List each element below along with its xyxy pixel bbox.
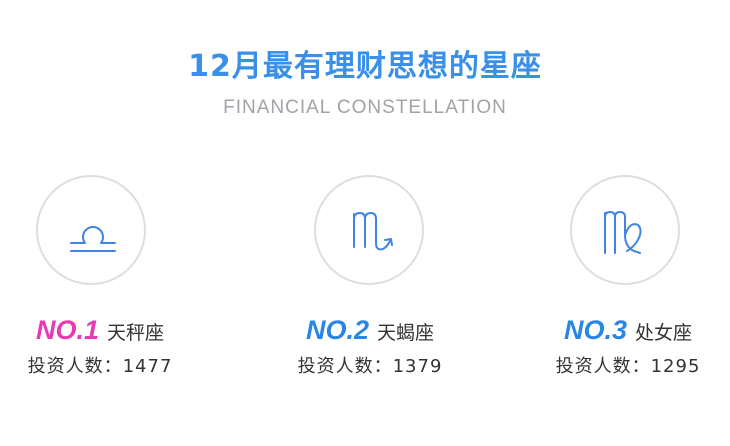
rank-label: NO.3	[563, 315, 627, 345]
rank-line-2: NO.2 天蝎座	[270, 314, 470, 350]
libra-icon-circle	[36, 175, 146, 285]
virgo-icon	[604, 211, 642, 254]
sign-name: 处女座	[635, 322, 693, 344]
rank-line-1: NO.1 天秤座	[0, 314, 200, 350]
investor-count-value: 1379	[392, 356, 443, 377]
investor-count-value: 1477	[122, 356, 173, 377]
rank-label: NO.1	[35, 315, 99, 345]
sign-name: 天秤座	[107, 322, 165, 344]
page-title: 12月最有理财思想的星座	[188, 49, 542, 84]
investor-count-value: 1295	[650, 356, 701, 377]
page-subtitle: FINANCIAL CONSTELLATION	[223, 97, 507, 118]
scorpio-icon	[353, 212, 393, 251]
libra-icon	[70, 226, 116, 252]
investor-count-label: 投资人数：	[297, 356, 393, 377]
investor-count-line-1: 投资人数：1477	[0, 353, 200, 381]
scorpio-icon-circle	[314, 175, 424, 285]
rank-label: NO.2	[305, 315, 369, 345]
investor-count-label: 投资人数：	[555, 356, 651, 377]
sign-name: 天蝎座	[377, 322, 435, 344]
rank-line-3: NO.3 处女座	[528, 314, 728, 350]
investor-count-label: 投资人数：	[27, 356, 123, 377]
investor-count-line-2: 投资人数：1379	[270, 353, 470, 381]
investor-count-line-3: 投资人数：1295	[528, 353, 728, 381]
virgo-icon-circle	[570, 175, 680, 285]
